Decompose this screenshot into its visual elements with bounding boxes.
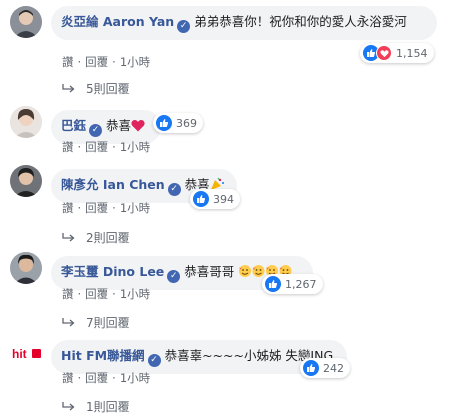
reaction-summary[interactable]: 242	[300, 358, 350, 378]
verified-badge-icon: ✓	[147, 354, 161, 367]
comment-actions: 讚 · 回覆 · 1小時	[62, 371, 151, 385]
view-replies-link[interactable]: 7則回覆	[62, 314, 130, 331]
verified-badge-icon: ✓	[177, 20, 191, 33]
view-replies-link[interactable]: 1則回覆	[62, 398, 130, 415]
commenter-name[interactable]: 炎亞綸 Aaron Yan	[61, 14, 174, 29]
reaction-summary[interactable]: 394	[190, 189, 240, 209]
comment-time[interactable]: 1小時	[120, 201, 150, 215]
reaction-summary[interactable]: 1,267	[262, 274, 323, 294]
thumbs-up-icon	[303, 360, 319, 376]
avatar[interactable]	[10, 106, 42, 138]
hit-fm-logo-text: hit	[12, 347, 27, 361]
thumbs-up-icon	[265, 276, 281, 292]
commenter-name[interactable]: Hit FM聯播網	[61, 348, 145, 363]
comment-actions: 讚 · 回覆 · 1小時	[62, 140, 151, 154]
like-button[interactable]: 讚	[62, 201, 74, 215]
comment-time[interactable]: 1小時	[120, 55, 150, 69]
avatar[interactable]	[10, 6, 42, 38]
avatar[interactable]	[10, 165, 42, 197]
like-button[interactable]: 讚	[62, 140, 74, 154]
comment-actions: 讚 · 回覆 · 1小時	[62, 287, 151, 301]
heart-icon	[376, 45, 392, 61]
reaction-count: 1,267	[285, 277, 317, 291]
avatar[interactable]	[10, 252, 42, 284]
reaction-count: 369	[176, 116, 197, 130]
comment-time[interactable]: 1小時	[120, 371, 150, 385]
like-button[interactable]: 讚	[62, 55, 74, 69]
verified-badge-icon: ✓	[89, 124, 103, 137]
comment-text: 恭喜	[106, 118, 132, 133]
view-replies-link[interactable]: 2則回覆	[62, 229, 130, 246]
reaction-summary[interactable]: 1,154	[360, 43, 434, 63]
like-button[interactable]: 讚	[62, 371, 74, 385]
reaction-count: 1,154	[396, 46, 428, 60]
thumbs-up-icon	[156, 115, 172, 131]
commenter-name[interactable]: 陳彥允 Ian Chen	[61, 177, 165, 192]
reply-arrow-icon	[62, 231, 76, 245]
comment-text: 恭喜哥哥	[184, 264, 235, 279]
red-heart-emoji-icon	[131, 119, 145, 137]
reply-arrow-icon	[62, 400, 76, 414]
reply-button[interactable]: 回覆	[85, 55, 108, 69]
reply-arrow-icon	[62, 82, 76, 96]
avatar[interactable]: hit	[10, 337, 42, 369]
replies-count[interactable]: 7則回覆	[86, 314, 130, 331]
verified-badge-icon: ✓	[167, 270, 181, 283]
commenter-name[interactable]: 李玉璽 Dino Lee	[61, 264, 164, 279]
reply-button[interactable]: 回覆	[85, 140, 108, 154]
reply-button[interactable]: 回覆	[85, 371, 108, 385]
comment-time[interactable]: 1小時	[120, 287, 150, 301]
reaction-summary[interactable]: 369	[153, 113, 203, 133]
reply-button[interactable]: 回覆	[85, 201, 108, 215]
reply-button[interactable]: 回覆	[85, 287, 108, 301]
commenter-name[interactable]: 巴鈺	[61, 118, 86, 133]
reaction-count: 394	[213, 192, 234, 206]
view-replies-link[interactable]: 5則回覆	[62, 80, 130, 97]
comment-actions: 讚 · 回覆 · 1小時	[62, 55, 151, 69]
reply-arrow-icon	[62, 316, 76, 330]
like-button[interactable]: 讚	[62, 287, 74, 301]
replies-count[interactable]: 5則回覆	[86, 80, 130, 97]
comment-time[interactable]: 1小時	[120, 140, 150, 154]
comment-bubble: 炎亞綸 Aaron Yan ✓ 弟弟恭喜你！祝你和你的愛人永浴愛河	[51, 6, 437, 40]
verified-badge-icon: ✓	[167, 183, 181, 196]
replies-count[interactable]: 2則回覆	[86, 229, 130, 246]
thumbs-up-icon	[193, 191, 209, 207]
comment-text: 弟弟恭喜你！祝你和你的愛人永浴愛河	[194, 14, 407, 29]
reaction-count: 242	[323, 361, 344, 375]
replies-count[interactable]: 1則回覆	[86, 398, 130, 415]
comment-actions: 讚 · 回覆 · 1小時	[62, 201, 151, 215]
